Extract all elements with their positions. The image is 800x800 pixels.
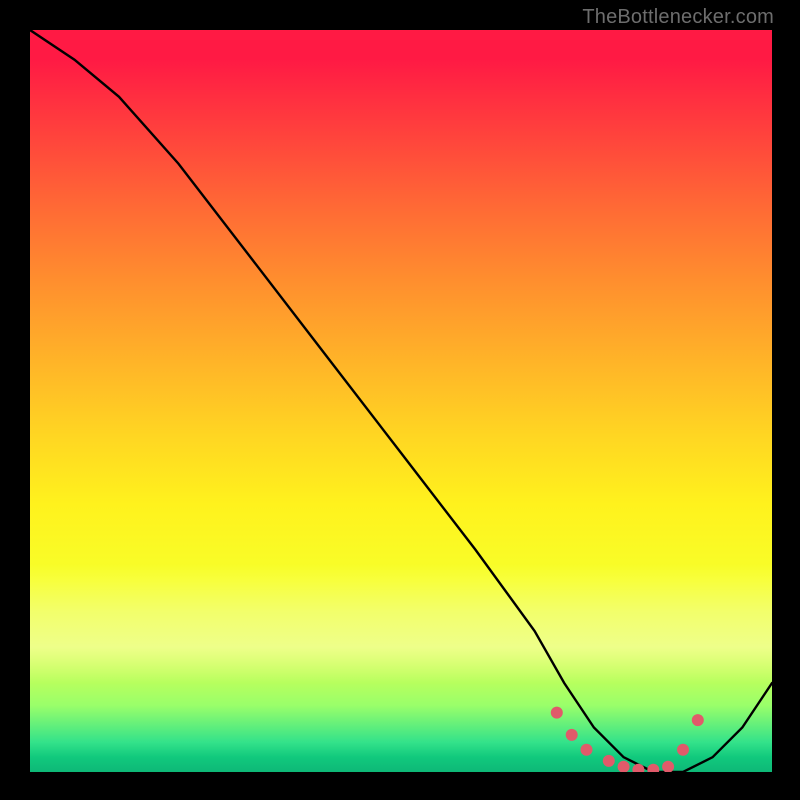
marker-dot <box>551 707 563 719</box>
bottleneck-curve <box>30 30 772 772</box>
curve-layer <box>30 30 772 772</box>
chart-stage: TheBottleneсker.com <box>0 0 800 800</box>
marker-dot <box>581 744 593 756</box>
marker-dot <box>647 764 659 772</box>
marker-dots <box>551 707 704 772</box>
plot-area <box>30 30 772 772</box>
marker-dot <box>603 755 615 767</box>
marker-dot <box>677 744 689 756</box>
marker-dot <box>566 729 578 741</box>
marker-dot <box>662 761 674 772</box>
marker-dot <box>618 761 630 772</box>
watermark-text: TheBottleneсker.com <box>582 6 774 29</box>
marker-dot <box>692 714 704 726</box>
marker-dot <box>632 764 644 772</box>
